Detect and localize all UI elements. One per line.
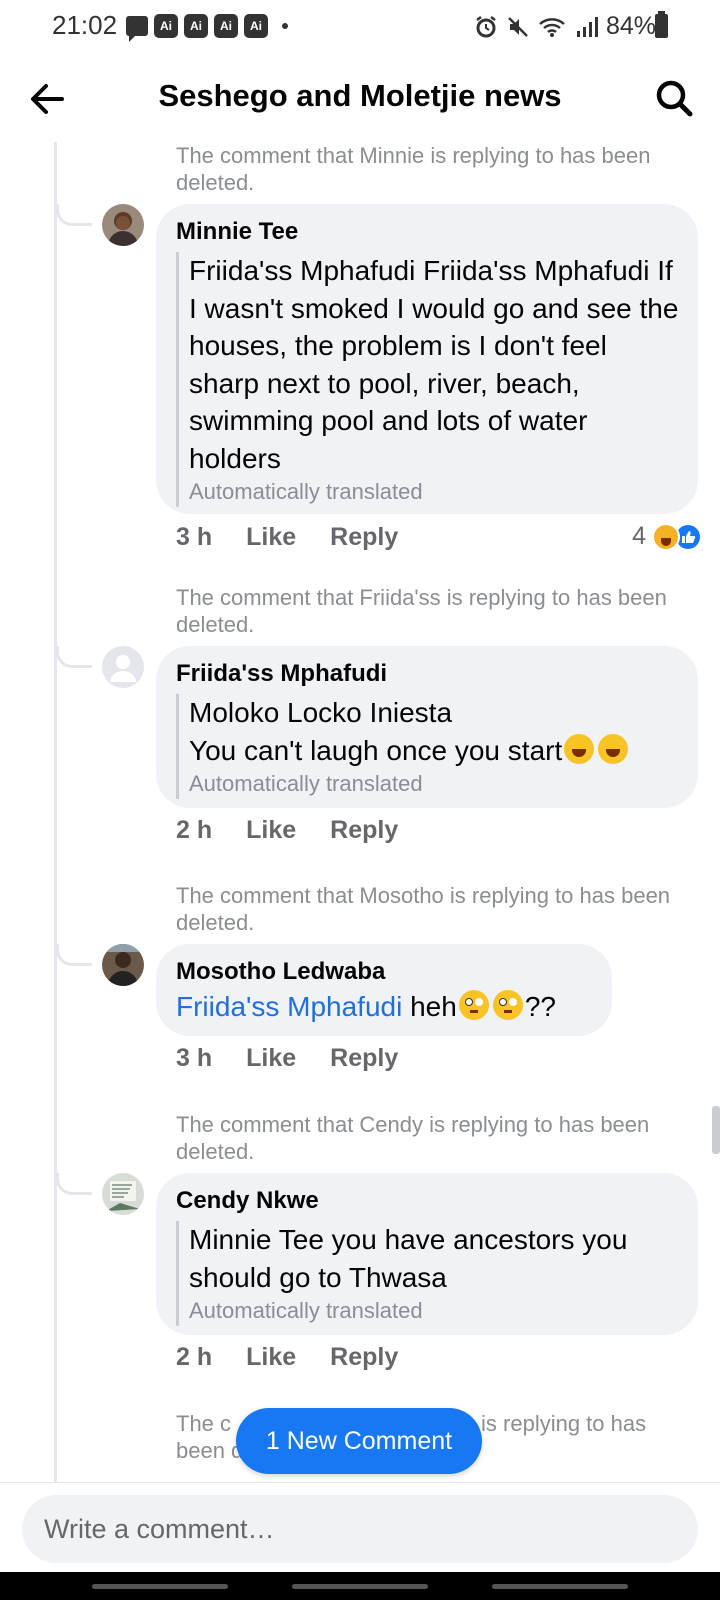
comment-author[interactable]: Friida'ss Mphafudi	[176, 660, 387, 688]
like-button[interactable]: Like	[246, 816, 296, 845]
avatar[interactable]	[102, 944, 144, 986]
alarm-icon	[476, 15, 496, 37]
comment-text-suffix: ??	[524, 991, 556, 1022]
deleted-note-start: The c	[176, 1411, 232, 1436]
comment-time: 3 h	[176, 1044, 213, 1072]
back-handle[interactable]	[492, 1584, 628, 1589]
back-button[interactable]	[24, 74, 74, 124]
ai-badge-icon: Ai	[214, 14, 238, 38]
comment-bubble[interactable]: Cendy Nkwe Minnie Tee you have ancestors…	[156, 1173, 698, 1335]
ai-badge-icon: Ai	[154, 14, 178, 38]
battery-percentage: 84%	[605, 12, 656, 40]
mute-icon	[508, 16, 528, 37]
comment-actions: 2 h Like Reply	[176, 1343, 398, 1372]
rolling-laughing-emoji-icon	[598, 733, 629, 764]
comment-input[interactable]	[22, 1495, 698, 1563]
comment-bubble[interactable]: Minnie Tee Friida'ss Mphafudi Friida'ss …	[156, 204, 698, 514]
comment-time: 2 h	[176, 816, 213, 844]
avatar[interactable]	[102, 646, 144, 688]
reply-branch-line	[56, 646, 92, 668]
comment-text: Minnie Tee you have ancestors you should…	[189, 1224, 628, 1293]
like-button[interactable]: Like	[246, 1343, 296, 1372]
signal-icon	[576, 16, 598, 37]
back-arrow-icon	[31, 84, 64, 114]
ai-badge-icon: Ai	[184, 14, 208, 38]
thread-line	[54, 142, 57, 1482]
auto-translated-label[interactable]: Automatically translated	[189, 1296, 684, 1326]
ai-badge-icon: Ai	[244, 14, 268, 38]
avatar[interactable]	[102, 204, 144, 246]
comment-author[interactable]: Cendy Nkwe	[176, 1187, 319, 1215]
deleted-comment-note: The comment that Mosotho is replying to …	[176, 883, 671, 935]
deleted-comment-note: The comment that Friida'ss is replying t…	[176, 585, 667, 637]
comment-text-line: You can't laugh once you start	[189, 732, 684, 770]
comment-text-body: heh	[402, 991, 457, 1022]
avatar[interactable]	[102, 1173, 144, 1215]
comment-time: 3 h	[176, 523, 213, 551]
flushed-face-emoji-icon	[458, 990, 489, 1020]
comment-bubble[interactable]: Mosotho Ledwaba Friida'ss Mphafudi heh??	[156, 944, 612, 1036]
like-button[interactable]: Like	[246, 523, 296, 552]
reply-branch-line	[56, 204, 92, 226]
comment-author[interactable]: Minnie Tee	[176, 218, 298, 246]
comment-author[interactable]: Mosotho Ledwaba	[176, 958, 385, 986]
reaction-summary[interactable]: 4	[632, 522, 702, 551]
comment-bubble[interactable]: Friida'ss Mphafudi Moloko Locko Iniesta …	[156, 646, 698, 808]
page-title: Seshego and Moletjie news	[158, 78, 562, 113]
battery-icon	[655, 11, 668, 38]
translated-block: Friida'ss Mphafudi Friida'ss Mphafudi If…	[176, 252, 684, 507]
wifi-icon	[539, 17, 565, 37]
rolling-laughing-emoji-icon	[564, 733, 595, 764]
system-icons: 84%	[474, 12, 656, 41]
like-button[interactable]: Like	[246, 1044, 296, 1073]
search-icon	[656, 80, 693, 117]
header: Seshego and Moletjie news	[0, 56, 720, 142]
auto-translated-label[interactable]: Automatically translated	[189, 769, 684, 799]
comment-text-line: Moloko Locko Iniesta	[189, 697, 453, 728]
new-comment-button[interactable]: 1 New Comment	[236, 1408, 482, 1474]
translated-block: Minnie Tee you have ancestors you should…	[176, 1221, 684, 1326]
recent-apps-handle[interactable]	[92, 1584, 228, 1589]
notification-icons: Ai Ai Ai Ai	[126, 14, 288, 42]
auto-translated-label[interactable]: Automatically translated	[189, 477, 684, 507]
search-button[interactable]	[650, 74, 700, 124]
deleted-note-end: is replying to has	[481, 1411, 647, 1436]
status-bar: 21:02 Ai Ai Ai Ai 84%	[0, 0, 720, 56]
deleted-comment-note: The comment that Cendy is replying to ha…	[176, 1112, 650, 1164]
flushed-face-emoji-icon	[492, 990, 523, 1020]
haha-reaction-icon	[652, 522, 680, 551]
reaction-count: 4	[632, 522, 646, 550]
reply-branch-line	[56, 944, 92, 966]
deleted-comment-note: The comment that Minnie is replying to h…	[176, 143, 651, 195]
reply-button[interactable]: Reply	[330, 816, 398, 845]
status-time: 21:02	[52, 10, 118, 40]
comment-actions: 2 h Like Reply	[176, 816, 398, 845]
home-handle[interactable]	[292, 1584, 428, 1589]
more-notifications-dot-icon	[282, 23, 288, 29]
comment-composer	[0, 1482, 720, 1572]
reply-button[interactable]: Reply	[330, 523, 398, 552]
reply-button[interactable]: Reply	[330, 1343, 398, 1372]
deleted-note-line2: been d	[176, 1438, 244, 1463]
reply-button[interactable]: Reply	[330, 1044, 398, 1073]
reply-branch-line	[56, 1173, 92, 1195]
message-icon	[126, 16, 148, 42]
comment-text: Friida'ss Mphafudi Friida'ss Mphafudi If…	[189, 255, 679, 474]
mentioned-user-link[interactable]: Friida'ss Mphafudi	[176, 991, 402, 1022]
comment-actions: 3 h Like Reply	[176, 523, 398, 552]
comment-time: 2 h	[176, 1343, 213, 1371]
translated-block: Moloko Locko Iniesta You can't laugh onc…	[176, 694, 684, 799]
comment-thread[interactable]: The comment that Minnie is replying to h…	[0, 142, 720, 1482]
scrollbar[interactable]	[712, 1106, 720, 1154]
comment-actions: 3 h Like Reply	[176, 1044, 398, 1073]
comment-text: Friida'ss Mphafudi heh??	[176, 988, 556, 1025]
navigation-bar	[0, 1572, 720, 1600]
comment-text-line-2: You can't laugh once you start	[189, 734, 563, 766]
